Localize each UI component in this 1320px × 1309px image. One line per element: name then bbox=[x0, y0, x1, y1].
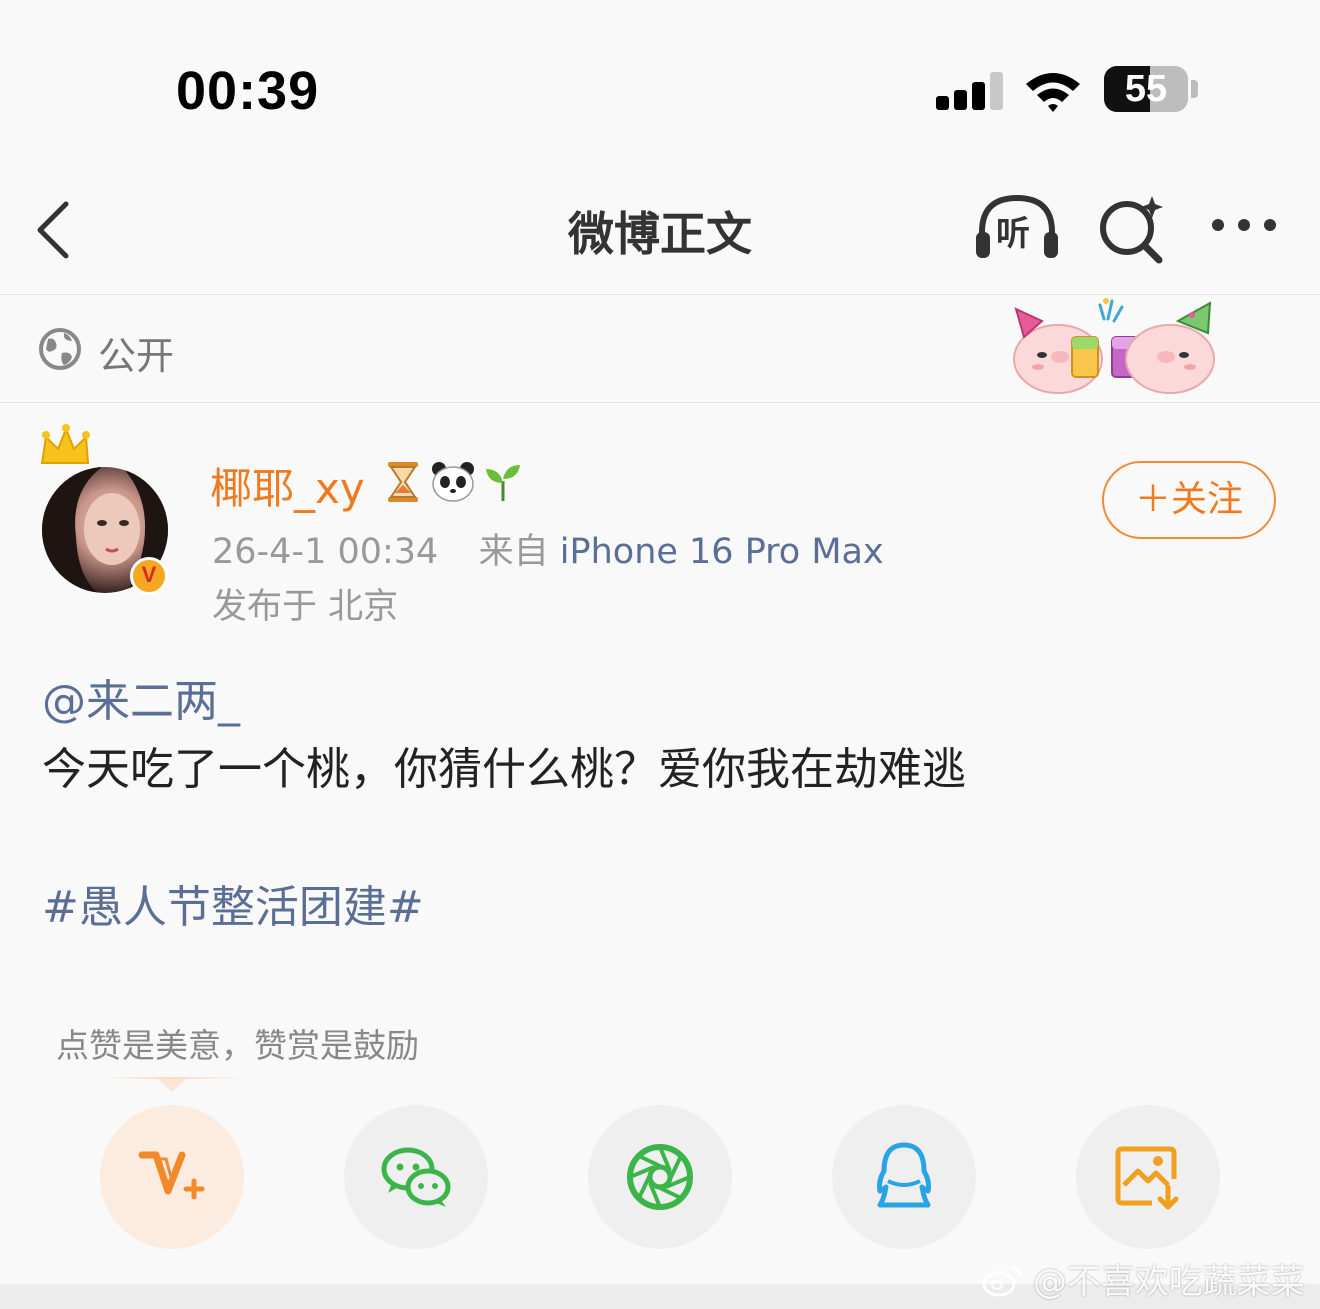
search-sparkle-icon[interactable] bbox=[1096, 194, 1166, 264]
visibility-bar: 公开 bbox=[0, 295, 1320, 403]
share-moments-button[interactable] bbox=[588, 1105, 732, 1249]
save-image-button[interactable] bbox=[1076, 1105, 1220, 1249]
more-options-icon[interactable] bbox=[1208, 210, 1280, 240]
watermark-text: @不喜欢吃蔬菜菜 bbox=[1032, 1262, 1305, 1302]
reward-button[interactable] bbox=[100, 1105, 244, 1249]
globe-icon bbox=[39, 328, 81, 370]
share-qq-button[interactable] bbox=[832, 1105, 976, 1249]
crown-icon bbox=[40, 424, 90, 464]
back-chevron-icon[interactable] bbox=[30, 200, 80, 260]
post-card: V 椰耶_xy 26-4-1 00:34 来自 iPhone 16 Pro Ma… bbox=[0, 403, 1320, 1283]
reward-tip: 点赞是美意，赞赏是鼓励 bbox=[56, 1026, 419, 1065]
page-title: 微博正文 bbox=[568, 207, 752, 261]
panda-emoji-icon bbox=[432, 462, 474, 502]
reward-tip-arrow bbox=[158, 1079, 186, 1092]
status-time: 00:39 bbox=[176, 61, 320, 121]
author-name[interactable]: 椰耶_xy bbox=[210, 455, 365, 516]
post-date: 26-4-1 00:34 bbox=[212, 532, 439, 572]
moments-icon bbox=[627, 1144, 693, 1210]
seedling-emoji-icon bbox=[486, 465, 520, 501]
wechat-icon bbox=[381, 1147, 451, 1207]
post-text: 今天吃了一个桃，你猜什么桃？爱你我在劫难逃 bbox=[42, 744, 966, 795]
battery-icon: 55 bbox=[1104, 66, 1188, 112]
follow-button[interactable]: ＋关注 bbox=[1102, 461, 1276, 539]
cellular-signal-icon bbox=[936, 72, 1006, 110]
verified-v-icon: V bbox=[141, 562, 157, 587]
share-wechat-button[interactable] bbox=[344, 1105, 488, 1249]
author-avatar-wrap[interactable]: V bbox=[38, 423, 178, 595]
qq-icon bbox=[877, 1142, 931, 1208]
pigs-cheers-sticker bbox=[1013, 298, 1215, 394]
reward-v-plus-icon bbox=[138, 1151, 205, 1200]
post-source-prefix: 来自 bbox=[478, 532, 549, 572]
hashtag-link[interactable]: #愚人节整活团建# bbox=[42, 871, 424, 935]
listen-headphones-button[interactable]: 听 bbox=[974, 192, 1060, 264]
weibo-logo-icon bbox=[982, 1265, 1022, 1297]
wifi-icon bbox=[1026, 73, 1080, 112]
battery-tip bbox=[1191, 80, 1198, 98]
verified-badge-icon: V bbox=[130, 557, 168, 595]
save-image-icon bbox=[1115, 1146, 1179, 1210]
post-location: 发布于 北京 bbox=[212, 587, 399, 627]
weibo-watermark: @不喜欢吃蔬菜菜 bbox=[982, 1254, 1305, 1303]
post-device[interactable]: iPhone 16 Pro Max bbox=[560, 532, 884, 572]
post-meta: 26-4-1 00:34 来自 iPhone 16 Pro Max bbox=[212, 523, 884, 574]
mention-link[interactable]: @来二两_ bbox=[42, 665, 240, 729]
hourglass-emoji-icon bbox=[388, 462, 418, 502]
status-bar: 00:39 55 bbox=[0, 0, 1320, 170]
battery-level: 55 bbox=[1124, 68, 1168, 110]
nav-bar: 微博正文 听 bbox=[0, 170, 1320, 295]
listen-label: 听 bbox=[996, 214, 1030, 254]
visibility-label: 公开 bbox=[98, 334, 175, 378]
